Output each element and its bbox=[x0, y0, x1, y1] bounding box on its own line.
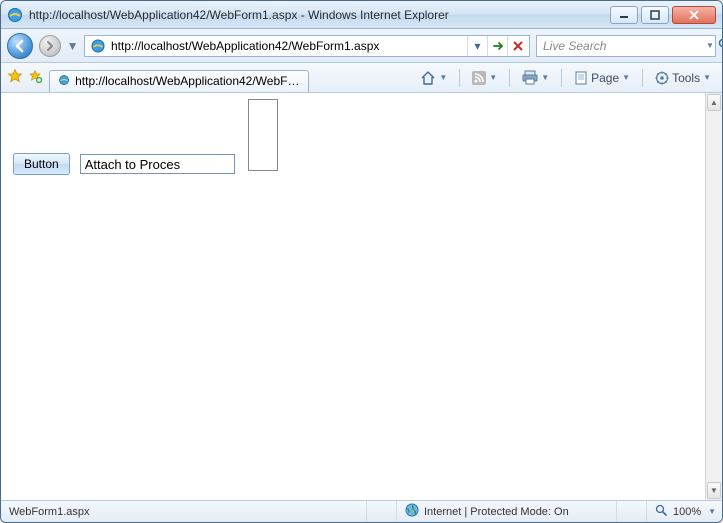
page-menu-label: Page bbox=[591, 71, 619, 85]
globe-icon bbox=[405, 503, 419, 520]
vertical-scrollbar[interactable]: ▲ ▼ bbox=[705, 93, 722, 500]
nav-history-dropdown[interactable]: ▼ bbox=[67, 33, 78, 59]
textbox-input[interactable] bbox=[80, 154, 235, 174]
toolbar-cluster: ▼ ▼ ▼ Page ▼ Tools ▼ bbox=[415, 67, 716, 89]
status-left: WebForm1.aspx bbox=[1, 501, 367, 522]
content-area: Button ▲ ▼ bbox=[1, 93, 722, 500]
zoom-dropdown-icon[interactable]: ▼ bbox=[708, 507, 716, 516]
page-menu[interactable]: Page ▼ bbox=[569, 67, 635, 89]
tools-menu-label: Tools bbox=[672, 71, 700, 85]
web-page: Button bbox=[1, 93, 705, 500]
feeds-button[interactable]: ▼ bbox=[467, 67, 502, 89]
status-zone-text: Internet | Protected Mode: On bbox=[424, 506, 569, 518]
add-favorite-icon[interactable] bbox=[27, 68, 43, 87]
search-dropdown[interactable]: ▼ bbox=[706, 41, 714, 50]
tools-menu[interactable]: Tools ▼ bbox=[650, 67, 716, 89]
status-bar: WebForm1.aspx Internet | Protected Mode:… bbox=[1, 500, 722, 522]
favorites-icon[interactable] bbox=[7, 68, 23, 87]
command-bar: http://localhost/WebApplication42/WebFor… bbox=[1, 63, 722, 93]
submit-button[interactable]: Button bbox=[13, 153, 70, 175]
tab-page-icon bbox=[58, 74, 70, 88]
url-input[interactable] bbox=[109, 37, 467, 55]
refresh-go-button[interactable] bbox=[487, 36, 507, 56]
title-bar: http://localhost/WebApplication42/WebFor… bbox=[1, 1, 722, 29]
browser-window: http://localhost/WebApplication42/WebFor… bbox=[0, 0, 723, 523]
close-button[interactable] bbox=[672, 6, 716, 24]
form-row: Button bbox=[13, 153, 235, 175]
status-empty-2 bbox=[617, 501, 647, 522]
url-dropdown[interactable]: ▾ bbox=[467, 36, 487, 56]
tab-label: http://localhost/WebApplication42/WebFor… bbox=[75, 74, 300, 88]
status-text: WebForm1.aspx bbox=[9, 506, 90, 518]
url-field-group: ▾ bbox=[84, 35, 530, 57]
forward-button[interactable] bbox=[39, 35, 61, 57]
window-title: http://localhost/WebApplication42/WebFor… bbox=[29, 8, 604, 22]
zoom-value: 100% bbox=[673, 506, 701, 518]
search-field-group: ▼ bbox=[536, 35, 716, 57]
minimize-button[interactable] bbox=[610, 6, 638, 24]
search-input[interactable] bbox=[541, 38, 702, 54]
scroll-down-icon[interactable]: ▼ bbox=[707, 482, 721, 499]
stop-button[interactable] bbox=[507, 36, 527, 56]
print-button[interactable]: ▼ bbox=[517, 67, 554, 89]
ie-icon bbox=[7, 7, 23, 23]
zoom-icon bbox=[655, 504, 668, 520]
maximize-button[interactable] bbox=[641, 6, 669, 24]
status-zone: Internet | Protected Mode: On bbox=[397, 501, 617, 522]
page-icon bbox=[90, 38, 106, 54]
status-empty-1 bbox=[367, 501, 397, 522]
browser-tab[interactable]: http://localhost/WebApplication42/WebFor… bbox=[49, 70, 309, 92]
address-bar: ▼ ▾ ▼ bbox=[1, 29, 722, 63]
back-button[interactable] bbox=[7, 33, 33, 59]
search-icon[interactable] bbox=[718, 38, 723, 54]
window-buttons bbox=[610, 6, 716, 24]
scroll-up-icon[interactable]: ▲ bbox=[707, 94, 721, 111]
scroll-track[interactable] bbox=[706, 112, 722, 481]
listbox-control[interactable] bbox=[248, 99, 278, 171]
home-button[interactable]: ▼ bbox=[415, 67, 452, 89]
zoom-control[interactable]: 100% ▼ bbox=[647, 501, 722, 522]
favorites-group bbox=[7, 68, 43, 87]
